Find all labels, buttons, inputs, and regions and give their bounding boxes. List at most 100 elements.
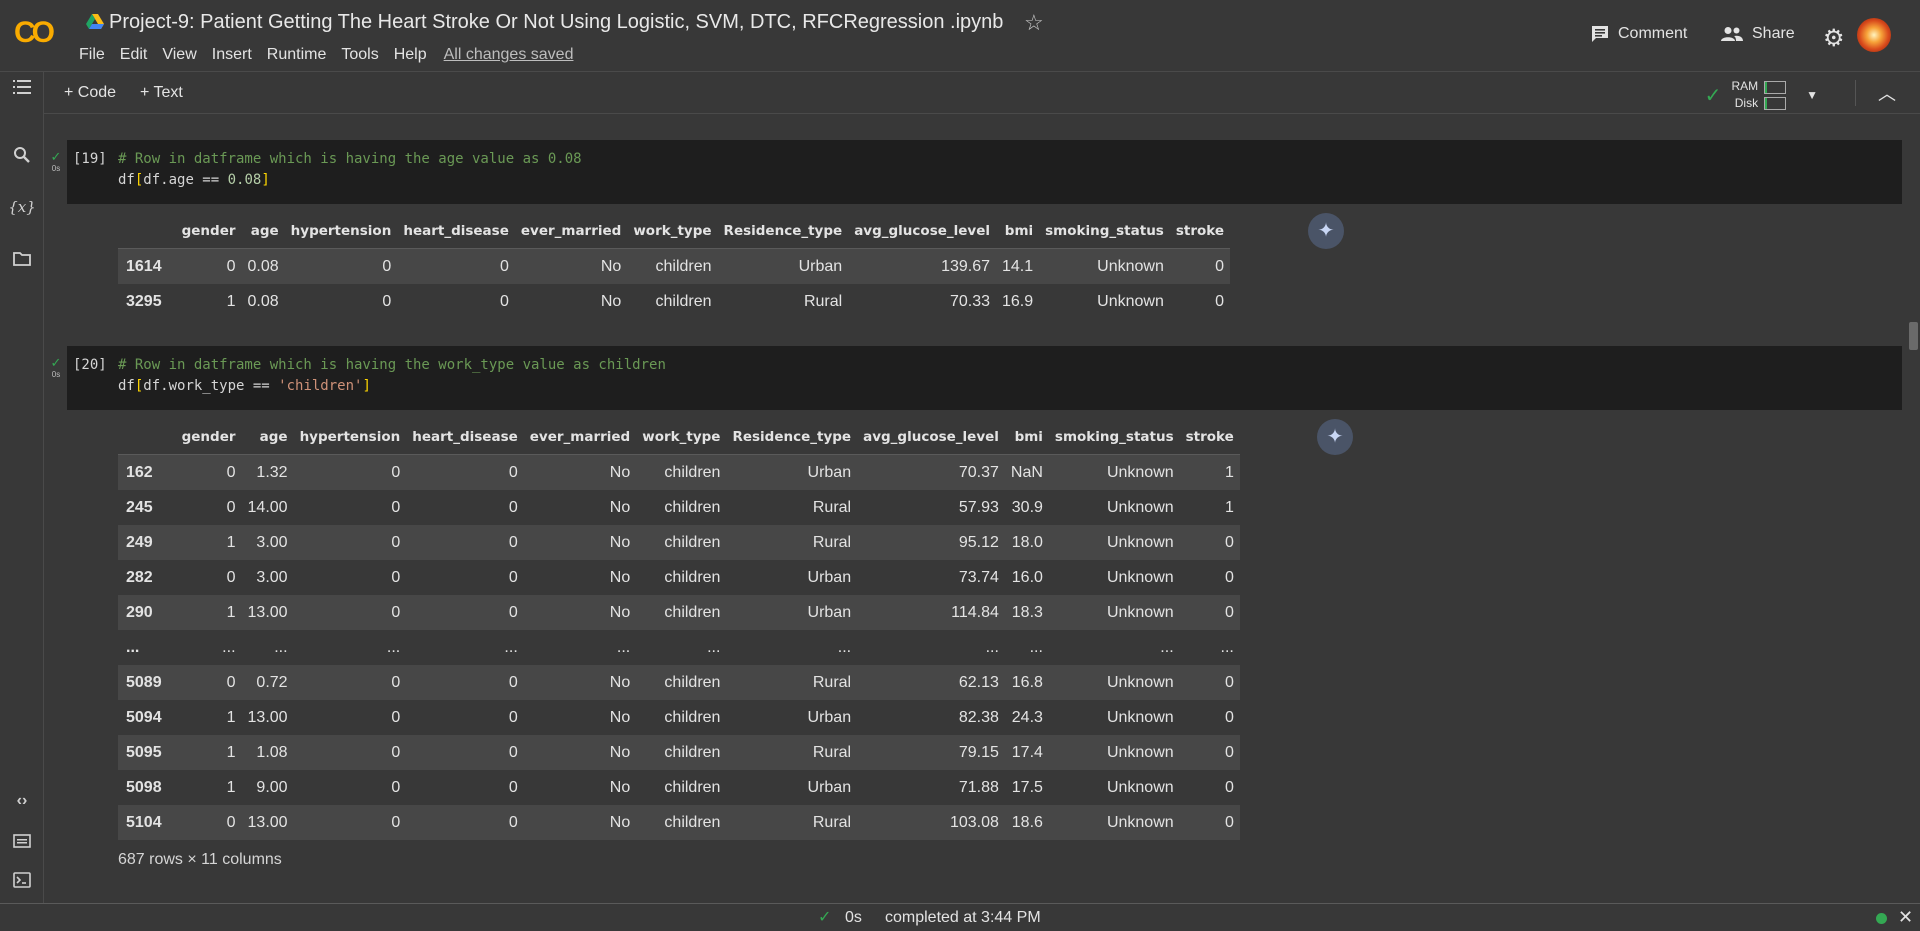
table-cell: 1 xyxy=(1224,463,1234,481)
table-cell: Urban xyxy=(807,568,852,586)
star-icon[interactable]: ☆ xyxy=(1024,10,1044,36)
add-text-button[interactable]: + Text xyxy=(140,84,183,102)
menu-file[interactable]: File xyxy=(79,46,113,64)
search-icon[interactable] xyxy=(0,146,44,169)
menu-edit[interactable]: Edit xyxy=(120,46,156,64)
code-cell[interactable]: [20] # Row in datframe which is having t… xyxy=(67,346,1902,410)
column-header: smoking_status xyxy=(1048,420,1180,455)
column-header: avg_glucose_level xyxy=(848,214,996,249)
table-cell: 17.5 xyxy=(1011,778,1043,796)
code-cell[interactable]: [19] # Row in datframe which is having t… xyxy=(67,140,1902,204)
table-cell: 13.00 xyxy=(247,813,288,831)
scrollbar-thumb[interactable] xyxy=(1909,322,1918,350)
table-cell: ... xyxy=(707,638,721,656)
menu-runtime[interactable]: Runtime xyxy=(267,46,335,64)
table-cell: 9.00 xyxy=(256,778,288,796)
table-row: 249 1 3.00 0 0 No children Rural 95.12 18.0 Unknow… xyxy=(118,525,1240,560)
save-status[interactable]: All changes saved xyxy=(444,46,574,64)
cell-run-status[interactable]: ✓ 0s xyxy=(48,356,64,381)
close-icon[interactable]: ✕ xyxy=(1898,907,1913,928)
table-cell: 16.0 xyxy=(1011,568,1043,586)
menu-help[interactable]: Help xyxy=(394,46,435,64)
avatar[interactable] xyxy=(1857,18,1891,52)
table-row: 5089 0 0.72 0 0 No children Rural 62.13 16.8 Unkno… xyxy=(118,665,1240,700)
table-cell: ... xyxy=(1160,638,1174,656)
table-cell: Urban xyxy=(807,708,852,726)
table-cell: No xyxy=(609,568,631,586)
table-cell: ... xyxy=(1220,638,1234,656)
terminal-icon[interactable] xyxy=(0,872,44,893)
table-cell: 0 xyxy=(391,743,401,761)
cell-run-status[interactable]: ✓ 0s xyxy=(48,150,64,175)
table-cell: 18.6 xyxy=(1011,813,1043,831)
menu-insert[interactable]: Insert xyxy=(212,46,260,64)
table-cell: 13.00 xyxy=(247,603,288,621)
table-cell: 0 xyxy=(226,498,236,516)
row-index: 5104 xyxy=(126,813,162,831)
disk-usage-bar xyxy=(1764,96,1787,110)
table-cell: 0 xyxy=(508,673,518,691)
table-cell: ... xyxy=(1029,638,1043,656)
chevron-up-icon[interactable]: ︿ xyxy=(1878,80,1896,106)
ram-label: RAM xyxy=(1731,79,1759,93)
code-token: df.age == xyxy=(143,172,228,188)
table-cell: 0 xyxy=(391,708,401,726)
table-cell: ... xyxy=(616,638,631,656)
table-cell: 57.93 xyxy=(958,498,999,516)
table-of-contents-icon[interactable] xyxy=(0,78,44,99)
table-cell: 3.00 xyxy=(256,533,288,551)
variables-icon[interactable]: {𝑥} xyxy=(0,198,44,216)
column-header: heart_disease xyxy=(397,214,515,249)
column-header: age xyxy=(241,420,294,455)
files-icon[interactable] xyxy=(0,250,44,271)
table-header-row: gender age hypertension heart_disease ever_m… xyxy=(118,214,1231,249)
table-cell: 0 xyxy=(1224,778,1234,796)
magic-wand-icon[interactable]: ✦ xyxy=(1308,213,1344,249)
column-header: work_type xyxy=(627,214,718,249)
colab-logo[interactable]: CO xyxy=(14,16,55,50)
runtime-dropdown-icon[interactable]: ▼ xyxy=(1806,88,1818,102)
table-cell: children xyxy=(664,498,721,516)
row-index: 1614 xyxy=(126,257,162,275)
add-code-button[interactable]: + Code xyxy=(64,84,116,102)
row-index: 249 xyxy=(126,533,153,551)
magic-wand-icon[interactable]: ✦ xyxy=(1317,419,1353,455)
dataframe-output: gender age hypertension heart_disease ever_m… xyxy=(118,420,1240,840)
table-cell: 18.0 xyxy=(1011,533,1043,551)
table-cell: children xyxy=(664,463,721,481)
table-cell: 1 xyxy=(226,743,236,761)
status-message[interactable]: completed at 3:44 PM xyxy=(885,909,1041,927)
column-header: stroke xyxy=(1179,420,1240,455)
table-cell: 70.33 xyxy=(949,292,990,310)
table-row: 5094 1 13.00 0 0 No children Urban 82.38 24.3 Unkn… xyxy=(118,700,1240,735)
table-cell: 62.13 xyxy=(958,673,999,691)
share-label: Share xyxy=(1752,25,1795,42)
comment-button[interactable]: Comment xyxy=(1590,25,1687,43)
table-cell: 0 xyxy=(391,463,401,481)
table-cell: 0 xyxy=(391,568,401,586)
code-snippets-icon[interactable]: ‹› xyxy=(0,792,44,810)
share-button[interactable]: Share xyxy=(1720,25,1795,43)
table-cell: 0 xyxy=(382,257,392,275)
gear-icon[interactable]: ⚙ xyxy=(1823,24,1845,53)
column-header: heart_disease xyxy=(406,420,524,455)
scrollbar[interactable] xyxy=(1906,114,1920,903)
table-row: 1614 0 0.08 0 0 No children Urban 139.67 14.1 Unkn… xyxy=(118,248,1231,284)
command-palette-icon[interactable] xyxy=(0,832,44,853)
table-header-row: gender age hypertension heart_disease ever_m… xyxy=(118,420,1240,455)
table-cell: 0 xyxy=(391,533,401,551)
table-cell: children xyxy=(664,603,721,621)
column-header: Residence_type xyxy=(717,214,849,249)
people-icon xyxy=(1721,27,1743,41)
notebook-title[interactable]: Project-9: Patient Getting The Heart Str… xyxy=(109,11,1003,34)
table-cell: 14.1 xyxy=(1002,257,1034,275)
menu-view[interactable]: View xyxy=(162,46,204,64)
resource-monitor[interactable]: ✓ RAM Disk ▼ xyxy=(1705,78,1818,112)
status-bar: ✓ 0s completed at 3:44 PM ✕ xyxy=(0,903,1920,931)
table-cell: 3.00 xyxy=(256,568,288,586)
table-cell: 30.9 xyxy=(1011,498,1043,516)
table-cell: 0 xyxy=(391,498,401,516)
menu-tools[interactable]: Tools xyxy=(341,46,386,64)
table-cell: Urban xyxy=(798,257,843,275)
google-drive-icon[interactable] xyxy=(86,14,104,30)
